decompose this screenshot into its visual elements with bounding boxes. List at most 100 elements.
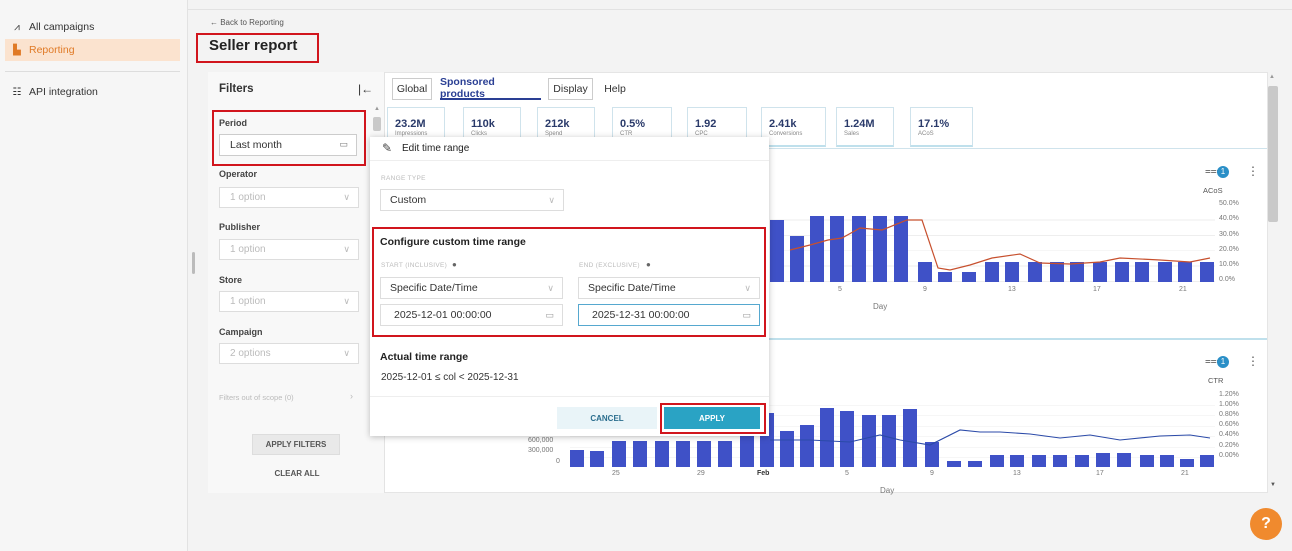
filters-scrollbar[interactable] <box>373 117 381 131</box>
campaign-value: 2 options <box>230 348 271 359</box>
sidebar-item-reporting[interactable]: ▙ Reporting <box>5 39 180 61</box>
chart1-xtick: 21 <box>1179 286 1187 293</box>
tab-global[interactable]: Global <box>392 78 432 100</box>
popup-title: Edit time range <box>402 143 470 154</box>
period-select[interactable]: Last month ▭ <box>219 134 357 156</box>
scroll-up-icon[interactable]: ▲ <box>374 106 380 112</box>
scroll-down-icon[interactable]: ▼ <box>1270 482 1276 488</box>
chart-bar <box>633 441 647 467</box>
chart2-tick: 1.00% <box>1219 401 1239 408</box>
range-type-select[interactable]: Custom ∨ <box>380 189 564 211</box>
chart1-tick: 30.0% <box>1219 231 1239 238</box>
publisher-value: 1 option <box>230 244 266 255</box>
range-type-value: Custom <box>390 194 427 206</box>
end-datetime-value: 2025-12-31 00:00:00 <box>592 309 690 321</box>
operator-select[interactable]: 1 option ∨ <box>219 187 359 208</box>
start-label: START (INCLUSIVE) <box>381 262 448 269</box>
pencil-icon: ✎ <box>382 141 393 155</box>
file-icon: ▙ <box>13 44 21 56</box>
store-select[interactable]: 1 option ∨ <box>219 291 359 312</box>
resize-handle[interactable] <box>192 252 195 274</box>
chart2-xtick: 29 <box>697 470 705 477</box>
page-title: Seller report <box>209 37 298 54</box>
chart-bar <box>718 441 732 467</box>
start-datetime-input[interactable]: 2025-12-01 00:00:00 ▭ <box>380 304 563 326</box>
campaign-select[interactable]: 2 options ∨ <box>219 343 359 364</box>
chart-bar <box>676 441 690 467</box>
chart1-tick: 40.0% <box>1219 215 1239 222</box>
chart1-tick: 0.0% <box>1219 276 1235 283</box>
end-type-select[interactable]: Specific Date/Time ∨ <box>578 277 760 299</box>
operator-value: 1 option <box>230 192 266 203</box>
popup-divider <box>370 160 769 161</box>
chart2-ltick: 600,000 <box>528 437 554 444</box>
help-chat-button[interactable]: ? <box>1250 508 1282 540</box>
chart2-xtick: 17 <box>1096 470 1104 477</box>
sidebar-item-label: All campaigns <box>29 21 95 33</box>
tab-help[interactable]: Help <box>599 78 631 100</box>
start-datetime-value: 2025-12-01 00:00:00 <box>394 309 492 321</box>
tab-sponsored-products[interactable]: Sponsored products <box>440 76 541 100</box>
scroll-up-icon[interactable]: ▲ <box>1269 74 1275 80</box>
apply-button[interactable]: APPLY <box>664 407 760 429</box>
operator-label: Operator <box>219 169 258 179</box>
chart2-xtick: 25 <box>612 470 620 477</box>
sidebar-item-all-campaigns[interactable]: ⩘ All campaigns <box>5 16 180 38</box>
chart2-tick: 1.20% <box>1219 391 1239 398</box>
tab-display[interactable]: Display <box>548 78 593 100</box>
kpi-label: Conversions <box>769 131 803 137</box>
calendar-icon: ▭ <box>742 310 751 320</box>
start-type-select[interactable]: Specific Date/Time ∨ <box>380 277 563 299</box>
chart2-xtick: 5 <box>845 470 849 477</box>
publisher-label: Publisher <box>219 222 261 232</box>
info-icon: ● <box>452 260 457 269</box>
clear-all-button[interactable]: CLEAR ALL <box>252 469 342 478</box>
period-value: Last month <box>230 139 282 151</box>
chevron-down-icon: ∨ <box>547 283 554 293</box>
calendar-icon: ▭ <box>339 139 348 149</box>
kpi-value: 1.24M <box>844 118 875 130</box>
publisher-select[interactable]: 1 option ∨ <box>219 239 359 260</box>
chart2-xtick: 21 <box>1181 470 1189 477</box>
filter-count-badge: 1 <box>1217 166 1229 178</box>
apply-filters-button[interactable]: APPLY FILTERS <box>252 434 340 455</box>
back-link[interactable]: ← Back to Reporting <box>210 18 284 27</box>
page-scrollbar[interactable] <box>1268 86 1278 222</box>
chart-bar <box>590 451 604 467</box>
chart1-tick: 20.0% <box>1219 246 1239 253</box>
sidebar: ⩘ All campaigns ▙ Reporting ☷ API integrati… <box>0 0 195 551</box>
chevron-down-icon: ∨ <box>343 244 350 254</box>
chart1-xtick: 9 <box>923 286 927 293</box>
chart2-xlabel: Day <box>880 486 895 495</box>
chart2-tick: 0.20% <box>1219 442 1239 449</box>
kpi-value: 1.92 <box>695 118 717 130</box>
end-datetime-input[interactable]: 2025-12-31 00:00:00 ▭ <box>578 304 760 326</box>
period-label: Period <box>219 118 248 128</box>
kpi-value: 212k <box>545 118 570 130</box>
kpi-sales[interactable]: 1.24M Sales <box>836 107 894 147</box>
calendar-icon: ▭ <box>545 310 554 320</box>
chart2-xtick: 9 <box>930 470 934 477</box>
chart-bar <box>655 441 669 467</box>
more-icon[interactable]: ⋮ <box>1247 354 1259 368</box>
kpi-value: 0.5% <box>620 118 646 130</box>
collapse-icon[interactable]: |← <box>358 82 373 96</box>
sidebar-item-api-integration[interactable]: ☷ API integration <box>5 81 180 103</box>
chart2-line <box>770 429 1211 446</box>
chevron-down-icon: ∨ <box>343 192 350 202</box>
cancel-button[interactable]: CANCEL <box>557 407 657 429</box>
chevron-down-icon: ∨ <box>343 296 350 306</box>
chart1-xtick: 17 <box>1093 286 1101 293</box>
filter-count-badge: 1 <box>1217 356 1229 368</box>
campaign-label: Campaign <box>219 327 263 337</box>
kpi-conversions[interactable]: 2.41k Conversions <box>761 107 826 147</box>
chart-bar <box>612 441 626 467</box>
chart1-tick: 50.0% <box>1219 200 1239 207</box>
out-of-scope-link[interactable]: Filters out of scope (0) <box>219 393 294 402</box>
kpi-label: Sales <box>844 131 860 137</box>
kpi-acos[interactable]: 17.1% ACoS <box>910 107 973 147</box>
start-type-value: Specific Date/Time <box>390 282 478 294</box>
more-icon[interactable]: ⋮ <box>1247 164 1259 178</box>
sidebar-item-label: API integration <box>29 86 98 98</box>
kpi-value: 110k <box>471 118 495 130</box>
